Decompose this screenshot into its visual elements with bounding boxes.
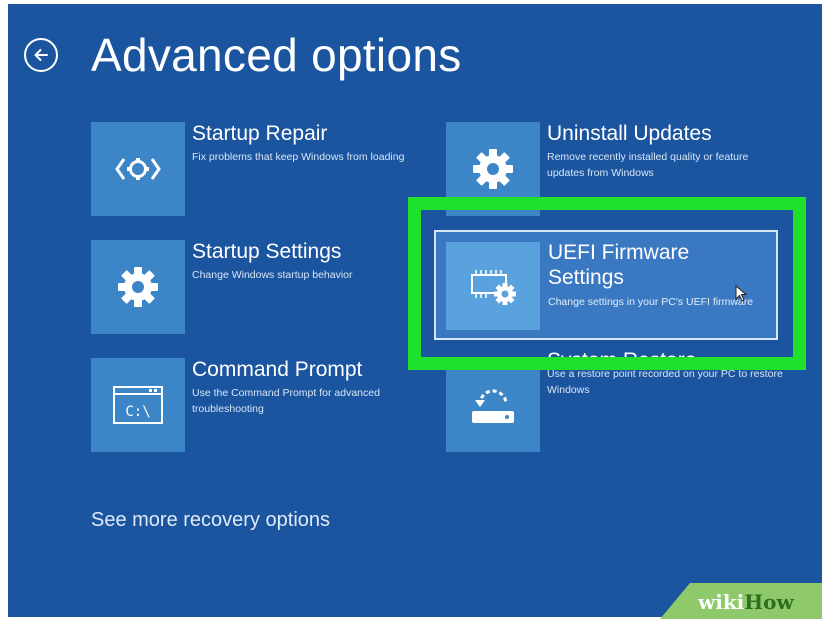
gear-icon (473, 149, 513, 189)
option-name: System Restore (547, 349, 697, 363)
option-name: Startup Settings (192, 240, 342, 263)
option-tile (446, 122, 540, 216)
option-name: Startup Repair (192, 122, 328, 145)
option-description: Change Windows startup behavior (192, 269, 353, 281)
gear-icon (118, 267, 158, 307)
chip-gear-icon (471, 270, 516, 305)
startup-repair-icon (115, 158, 161, 180)
page-title: Advanced options (91, 29, 462, 81)
option-description: Use a restore point recorded on your PC … (547, 368, 783, 396)
system-restore-icon (472, 389, 514, 423)
command-prompt-icon: C:\ (113, 386, 163, 424)
advanced-options-screen: Advanced options Startup Repair Fix prob… (8, 4, 822, 617)
option-tile (446, 242, 540, 330)
watermark-part1: wiki (698, 590, 745, 614)
command-prompt-icon-text: C:\ (125, 404, 150, 420)
option-name: Command Prompt (192, 358, 363, 381)
option-tile (446, 358, 540, 452)
option-name: UEFI Firmware Settings (548, 241, 690, 289)
option-description: Use the Command Prompt for advanced trou… (192, 387, 380, 415)
option-tile (91, 240, 185, 334)
option-description: Remove recently installed quality or fea… (547, 151, 749, 179)
option-tile: C:\ (91, 358, 185, 452)
option-uefi-firmware-settings[interactable]: UEFI Firmware Settings Change settings i… (434, 230, 778, 340)
back-button[interactable] (24, 38, 58, 72)
watermark-logo: wikiHow (698, 590, 794, 614)
option-description: Fix problems that keep Windows from load… (192, 151, 405, 163)
option-name: Uninstall Updates (547, 122, 712, 145)
back-arrow-icon (34, 49, 48, 61)
mouse-pointer-icon (735, 285, 748, 302)
watermark-part2: How (744, 590, 794, 614)
see-more-recovery-options-link[interactable]: See more recovery options (91, 509, 330, 532)
option-tile (91, 122, 185, 216)
